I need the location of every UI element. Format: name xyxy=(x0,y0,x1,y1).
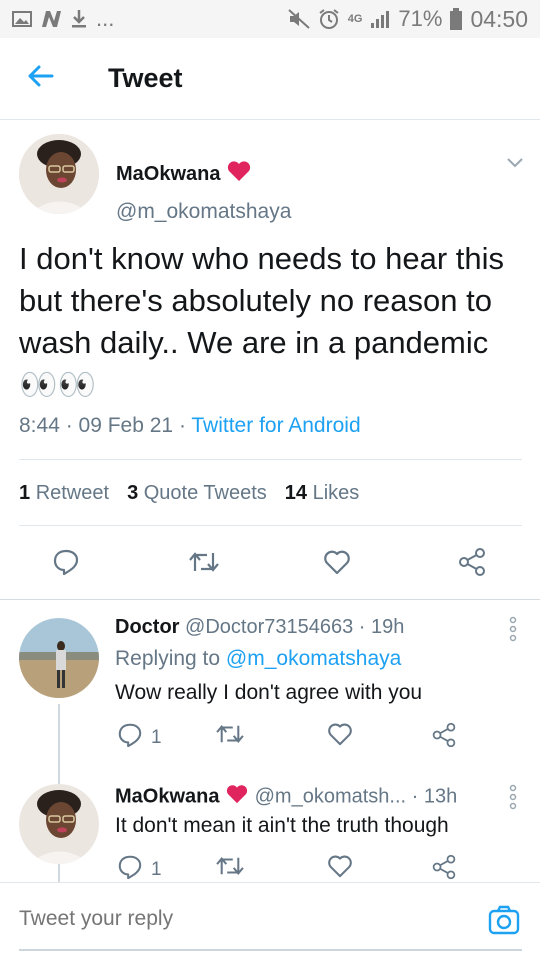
more-notifications-indicator: ... xyxy=(96,6,115,31)
tweet-meta: 8:44 · 09 Feb 21 · Twitter for Android xyxy=(19,414,361,438)
reply-text: Wow really I don't agree with you xyxy=(115,681,423,704)
reply-text: It don't mean it ain't the truth though xyxy=(115,814,449,837)
retweet-icon xyxy=(215,854,245,884)
author-name: MaOkwana xyxy=(116,162,221,185)
reply-author-handle[interactable]: @Doctor73154663 xyxy=(185,616,353,638)
likes-stat[interactable]: 14 Likes xyxy=(285,482,360,505)
retweet-button[interactable] xyxy=(215,722,245,752)
share-icon xyxy=(457,547,487,582)
reply-time: · 19h xyxy=(358,616,405,638)
camera-icon xyxy=(488,905,520,939)
share-icon xyxy=(431,722,457,754)
avatar[interactable] xyxy=(19,784,99,864)
tweet-actions xyxy=(0,544,540,598)
tweet-timestamp: 8:44 · 09 Feb 21 · xyxy=(19,414,192,437)
more-vertical-icon xyxy=(508,784,518,814)
heart-icon xyxy=(323,549,351,580)
status-right: 4G 71% 04:50 xyxy=(288,6,528,33)
reply-composer xyxy=(0,882,540,960)
share-button[interactable] xyxy=(431,722,457,754)
alarm-icon xyxy=(318,8,340,30)
back-button[interactable] xyxy=(0,38,80,120)
mute-icon xyxy=(288,9,310,29)
replying-to-handle[interactable]: @m_okomatshaya xyxy=(226,647,401,670)
share-button[interactable] xyxy=(452,544,492,584)
reply-count: 1 xyxy=(151,727,162,748)
like-button[interactable] xyxy=(317,544,357,584)
avatar[interactable] xyxy=(19,618,99,698)
status-bar: ... 4G 71% 04:50 xyxy=(0,0,540,38)
back-arrow-icon xyxy=(26,64,54,93)
reply-author-name[interactable]: Doctor xyxy=(115,616,179,638)
reply-options-button[interactable] xyxy=(508,616,518,647)
retweet-icon xyxy=(188,549,220,580)
reply-input[interactable] xyxy=(19,907,459,931)
app-header: Tweet xyxy=(0,38,540,120)
battery-icon xyxy=(450,8,463,30)
retweets-stat[interactable]: 1 Retweet xyxy=(19,482,109,505)
input-underline xyxy=(19,949,522,951)
tweet-source-link[interactable]: Twitter for Android xyxy=(191,414,360,437)
reply-options-button[interactable] xyxy=(508,784,518,815)
replying-to: Replying to @m_okomatshaya xyxy=(115,647,402,670)
display-name[interactable]: MaOkwana xyxy=(116,160,291,188)
like-button[interactable] xyxy=(327,854,353,884)
retweet-button[interactable] xyxy=(184,544,224,584)
battery-percent: 71% xyxy=(398,6,443,31)
more-vertical-icon xyxy=(508,616,518,646)
signal-icon xyxy=(370,9,390,29)
camera-button[interactable] xyxy=(488,905,520,940)
reply-icon xyxy=(117,722,143,754)
image-notification-icon xyxy=(12,10,32,28)
network-type: 4G xyxy=(347,13,363,25)
reply-actions: 1 xyxy=(115,722,475,756)
heart-emoji-icon xyxy=(226,160,252,188)
status-left: ... xyxy=(12,6,114,32)
heart-icon xyxy=(327,854,353,884)
reply-author-name[interactable]: MaOkwana xyxy=(115,785,219,807)
like-button[interactable] xyxy=(327,722,353,752)
tweet-stats: 1 Retweet 3 Quote Tweets 14 Likes xyxy=(19,482,359,505)
retweet-icon xyxy=(215,722,245,752)
reply-icon xyxy=(52,548,80,581)
quote-tweets-stat[interactable]: 3 Quote Tweets xyxy=(127,482,267,505)
tweet-text: I don't know who needs to hear this but … xyxy=(19,241,504,402)
tweet-options-button[interactable] xyxy=(506,156,524,174)
reply-button[interactable] xyxy=(46,544,86,584)
reply-time: · 13h xyxy=(411,785,458,808)
heart-emoji-icon xyxy=(225,784,249,810)
download-icon xyxy=(70,9,88,29)
avatar[interactable] xyxy=(19,134,99,214)
tweet-author: MaOkwana @m_okomatshaya xyxy=(19,134,524,223)
reply-author-handle[interactable]: @m_okomatsh... xyxy=(255,785,406,807)
chevron-down-icon xyxy=(506,156,524,173)
divider xyxy=(19,525,522,526)
n-notification-icon xyxy=(40,9,62,29)
reply-count: 1 xyxy=(151,859,162,880)
heart-icon xyxy=(327,722,353,752)
divider xyxy=(19,459,522,460)
page-title: Tweet xyxy=(108,63,183,93)
clock: 04:50 xyxy=(470,5,528,32)
reply-button[interactable]: 1 xyxy=(117,722,162,754)
author-names: MaOkwana @m_okomatshaya xyxy=(116,160,291,224)
reply-header: MaOkwana @m_okomatsh... · 13h xyxy=(115,784,457,810)
reply-header: Doctor @Doctor73154663 · 19h xyxy=(115,616,404,639)
section-separator xyxy=(0,599,540,600)
author-handle[interactable]: @m_okomatshaya xyxy=(116,200,291,224)
retweet-button[interactable] xyxy=(215,854,245,884)
